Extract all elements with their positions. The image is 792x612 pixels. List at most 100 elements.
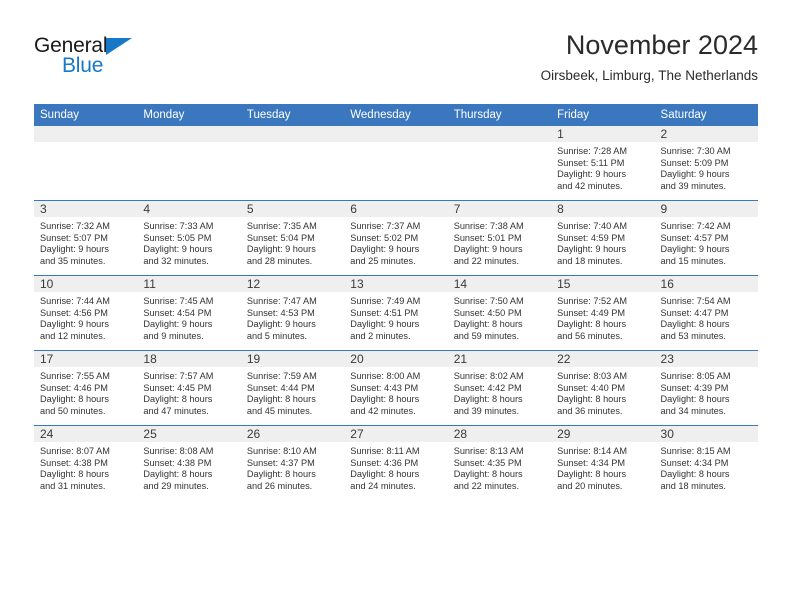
day-details: Sunrise: 7:59 AM Sunset: 4:44 PM Daylight:… [241,367,344,417]
sunset-text: Sunset: 4:45 PM [143,382,212,393]
day-number: 1 [551,126,655,142]
calendar-day-cell[interactable]: 8 Sunrise: 7:40 AM Sunset: 4:59 PM Daylight… [551,200,655,276]
daylight-text-line1: Daylight: 8 hours [660,394,730,405]
day-number: 28 [447,426,552,442]
sunrise-text: Sunrise: 7:54 AM [660,296,731,306]
calendar-day-cell[interactable]: 17 Sunrise: 7:55 AM Sunset: 4:46 PM Dayligh… [34,350,138,426]
calendar-day-cell[interactable]: 22 Sunrise: 8:03 AM Sunset: 4:40 PM Dayligh… [551,350,655,426]
daylight-text-line2: and 36 minutes. [557,405,623,416]
day-details: Sunrise: 8:15 AM Sunset: 4:34 PM Daylight:… [655,442,758,492]
day-number [447,126,552,142]
sunrise-text: Sunrise: 8:00 AM [350,371,421,381]
daylight-text-line2: and 5 minutes. [246,330,308,341]
calendar-day-cell[interactable]: 16 Sunrise: 7:54 AM Sunset: 4:47 PM Dayligh… [654,275,758,351]
day-details: Sunrise: 8:05 AM Sunset: 4:39 PM Daylight:… [655,367,758,417]
calendar-day-cell[interactable]: 30 Sunrise: 8:15 AM Sunset: 4:34 PM Dayligh… [654,425,758,500]
sunset-text: Sunset: 4:50 PM [453,307,522,318]
day-details: Sunrise: 7:37 AM Sunset: 5:02 PM Daylight:… [344,217,447,267]
day-number: 2 [654,126,758,142]
calendar-day-cell[interactable]: 3 Sunrise: 7:32 AM Sunset: 5:07 PM Daylight… [34,200,138,276]
day-details: Sunrise: 8:14 AM Sunset: 4:34 PM Daylight:… [551,442,654,492]
day-number: 18 [137,351,241,367]
daylight-text-line2: and 47 minutes. [143,405,209,416]
daylight-text-line1: Daylight: 8 hours [350,394,420,405]
calendar-day-cell[interactable]: 4 Sunrise: 7:33 AM Sunset: 5:05 PM Daylight… [137,200,241,276]
calendar-day-cell[interactable]: 7 Sunrise: 7:38 AM Sunset: 5:01 PM Daylight… [447,200,552,276]
calendar-day-cell[interactable]: 10 Sunrise: 7:44 AM Sunset: 4:56 PM Dayligh… [34,275,138,351]
weekday-header-row: Sunday Monday Tuesday Wednesday Thursday… [34,104,758,126]
sunrise-text: Sunrise: 7:42 AM [660,221,731,231]
day-details: Sunrise: 7:44 AM Sunset: 4:56 PM Daylight:… [34,292,137,342]
daylight-text-line1: Daylight: 9 hours [350,319,420,330]
daylight-text-line1: Daylight: 9 hours [40,244,109,255]
sunset-text: Sunset: 4:54 PM [143,307,212,318]
calendar-day-cell[interactable]: 23 Sunrise: 8:05 AM Sunset: 4:39 PM Dayligh… [654,350,758,426]
calendar-day-cell[interactable]: 26 Sunrise: 8:10 AM Sunset: 4:37 PM Dayligh… [240,425,345,500]
calendar-day-cell[interactable]: 21 Sunrise: 8:02 AM Sunset: 4:42 PM Dayligh… [447,350,552,426]
sunset-text: Sunset: 5:05 PM [143,232,212,243]
calendar-day-cell-empty [344,126,448,201]
day-number: 7 [447,201,552,217]
daylight-text-line1: Daylight: 8 hours [557,394,627,405]
sunrise-text: Sunrise: 7:37 AM [350,221,421,231]
calendar-week-row: 10 Sunrise: 7:44 AM Sunset: 4:56 PM Dayligh… [34,275,758,351]
day-details: Sunrise: 7:52 AM Sunset: 4:49 PM Daylight:… [551,292,654,342]
sunrise-text: Sunrise: 8:03 AM [557,371,628,381]
sunrise-text: Sunrise: 7:40 AM [557,221,628,231]
sunrise-text: Sunrise: 7:52 AM [557,296,628,306]
calendar-day-cell[interactable]: 6 Sunrise: 7:37 AM Sunset: 5:02 PM Daylight… [344,200,448,276]
daylight-text-line1: Daylight: 8 hours [660,319,730,330]
day-details: Sunrise: 8:11 AM Sunset: 4:36 PM Daylight:… [344,442,447,492]
calendar-day-cell[interactable]: 2 Sunrise: 7:30 AM Sunset: 5:09 PM Daylight… [654,126,758,201]
calendar-day-cell[interactable]: 9 Sunrise: 7:42 AM Sunset: 4:57 PM Daylight… [654,200,758,276]
calendar-day-cell[interactable]: 24 Sunrise: 8:07 AM Sunset: 4:38 PM Dayligh… [34,425,138,500]
daylight-text-line1: Daylight: 8 hours [453,319,523,330]
sunset-text: Sunset: 4:37 PM [246,457,315,468]
calendar-day-cell[interactable]: 18 Sunrise: 7:57 AM Sunset: 4:45 PM Dayligh… [137,350,241,426]
sunrise-text: Sunrise: 8:10 AM [246,446,317,456]
calendar-day-cell[interactable]: 28 Sunrise: 8:13 AM Sunset: 4:35 PM Dayligh… [447,425,552,500]
sunrise-text: Sunrise: 8:15 AM [660,446,731,456]
calendar-day-cell[interactable]: 20 Sunrise: 8:00 AM Sunset: 4:43 PM Dayligh… [344,350,448,426]
day-details: Sunrise: 7:28 AM Sunset: 5:11 PM Daylight:… [551,142,654,192]
sunset-text: Sunset: 4:59 PM [557,232,626,243]
calendar-week-row: 3 Sunrise: 7:32 AM Sunset: 5:07 PM Daylight… [34,200,758,276]
daylight-text-line1: Daylight: 8 hours [246,469,316,480]
sunset-text: Sunset: 4:38 PM [143,457,212,468]
day-number: 17 [34,351,138,367]
sunrise-text: Sunrise: 7:47 AM [246,296,317,306]
page-header: General Blue November 2024 Oirsbeek, Lim… [34,28,758,98]
calendar-day-cell[interactable]: 15 Sunrise: 7:52 AM Sunset: 4:49 PM Dayligh… [551,275,655,351]
calendar-day-cell[interactable]: 19 Sunrise: 7:59 AM Sunset: 4:44 PM Dayligh… [240,350,345,426]
weekday-header-sunday: Sunday [34,104,138,126]
sunset-text: Sunset: 4:38 PM [40,457,108,468]
daylight-text-line2: and 24 minutes. [350,480,416,491]
daylight-text-line1: Daylight: 8 hours [453,394,523,405]
title-block: November 2024 Oirsbeek, Limburg, The Net… [541,28,758,86]
calendar-day-cell[interactable]: 11 Sunrise: 7:45 AM Sunset: 4:54 PM Dayligh… [137,275,241,351]
day-details: Sunrise: 7:42 AM Sunset: 4:57 PM Daylight:… [655,217,758,267]
daylight-text-line2: and 15 minutes. [660,255,726,266]
day-details: Sunrise: 8:02 AM Sunset: 4:42 PM Daylight:… [448,367,551,417]
weekday-header-saturday: Saturday [654,104,758,126]
calendar-day-cell[interactable]: 29 Sunrise: 8:14 AM Sunset: 4:34 PM Dayligh… [551,425,655,500]
calendar-day-cell[interactable]: 13 Sunrise: 7:49 AM Sunset: 4:51 PM Dayligh… [344,275,448,351]
weekday-header-wednesday: Wednesday [344,104,448,126]
daylight-text-line2: and 29 minutes. [143,480,209,491]
calendar-day-cell[interactable]: 14 Sunrise: 7:50 AM Sunset: 4:50 PM Dayligh… [447,275,552,351]
calendar-day-cell[interactable]: 5 Sunrise: 7:35 AM Sunset: 5:04 PM Daylight… [240,200,345,276]
calendar-day-cell[interactable]: 25 Sunrise: 8:08 AM Sunset: 4:38 PM Dayligh… [137,425,241,500]
sunrise-text: Sunrise: 7:59 AM [246,371,317,381]
day-number: 16 [654,276,758,292]
calendar-day-cell[interactable]: 1 Sunrise: 7:28 AM Sunset: 5:11 PM Daylight… [551,126,655,201]
day-details: Sunrise: 7:45 AM Sunset: 4:54 PM Daylight:… [137,292,240,342]
sunrise-text: Sunrise: 8:02 AM [453,371,524,381]
calendar-day-cell[interactable]: 12 Sunrise: 7:47 AM Sunset: 4:53 PM Dayligh… [240,275,345,351]
sunset-text: Sunset: 5:01 PM [453,232,522,243]
daylight-text-line1: Daylight: 8 hours [453,469,523,480]
daylight-text-line2: and 2 minutes. [350,330,411,341]
day-number: 15 [551,276,655,292]
daylight-text-line2: and 31 minutes. [40,480,106,491]
daylight-text-line2: and 20 minutes. [557,480,623,491]
calendar-day-cell[interactable]: 27 Sunrise: 8:11 AM Sunset: 4:36 PM Dayligh… [344,425,448,500]
